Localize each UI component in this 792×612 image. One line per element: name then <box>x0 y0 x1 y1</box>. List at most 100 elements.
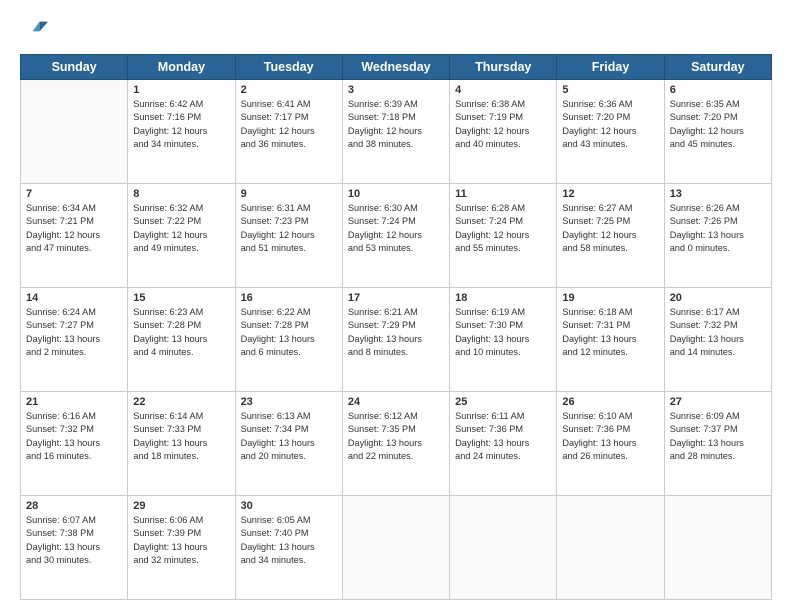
logo-icon <box>20 16 48 44</box>
day-cell: 14 Sunrise: 6:24 AM Sunset: 7:27 PM Dayli… <box>21 288 128 392</box>
day-cell: 3 Sunrise: 6:39 AM Sunset: 7:18 PM Daylig… <box>342 80 449 184</box>
col-header-sunday: Sunday <box>21 55 128 80</box>
day-number: 25 <box>455 396 551 408</box>
day-number: 30 <box>241 500 337 512</box>
day-number: 28 <box>26 500 122 512</box>
logo <box>20 16 52 44</box>
day-cell: 18Sunrise: 6:19 AM Sunset: 7:30 PM Dayli… <box>450 288 557 392</box>
col-header-friday: Friday <box>557 55 664 80</box>
day-detail: Sunrise: 6:14 AM Sunset: 7:33 PM Dayligh… <box>133 410 229 463</box>
day-detail: Sunrise: 6:16 AM Sunset: 7:32 PM Dayligh… <box>26 410 122 463</box>
day-number: 29 <box>133 500 229 512</box>
day-number: 3 <box>348 84 444 96</box>
day-cell: 22 Sunrise: 6:14 AM Sunset: 7:33 PM Dayli… <box>128 392 235 496</box>
day-cell: 5 Sunrise: 6:36 AM Sunset: 7:20 PM Daylig… <box>557 80 664 184</box>
day-number: 15 <box>133 292 229 304</box>
day-cell: 4 Sunrise: 6:38 AM Sunset: 7:19 PM Daylig… <box>450 80 557 184</box>
col-header-wednesday: Wednesday <box>342 55 449 80</box>
day-detail: Sunrise: 6:10 AM Sunset: 7:36 PM Dayligh… <box>562 410 658 463</box>
day-detail: Sunrise: 6:18 AM Sunset: 7:31 PM Dayligh… <box>562 306 658 359</box>
day-detail: Sunrise: 6:32 AM Sunset: 7:22 PM Dayligh… <box>133 202 229 255</box>
calendar-table: SundayMondayTuesdayWednesdayThursdayFrid… <box>20 54 772 600</box>
week-row-3: 21 Sunrise: 6:16 AM Sunset: 7:32 PM Dayli… <box>21 392 772 496</box>
day-number: 14 <box>26 292 122 304</box>
day-number: 9 <box>241 188 337 200</box>
day-number: 17 <box>348 292 444 304</box>
day-cell: 13 Sunrise: 6:26 AM Sunset: 7:26 PM Dayli… <box>664 184 771 288</box>
day-cell: 21 Sunrise: 6:16 AM Sunset: 7:32 PM Dayli… <box>21 392 128 496</box>
day-detail: Sunrise: 6:06 AM Sunset: 7:39 PM Dayligh… <box>133 514 229 567</box>
day-number: 24 <box>348 396 444 408</box>
day-detail: Sunrise: 6:11 AM Sunset: 7:36 PM Dayligh… <box>455 410 551 463</box>
day-detail: Sunrise: 6:27 AM Sunset: 7:25 PM Dayligh… <box>562 202 658 255</box>
col-header-monday: Monday <box>128 55 235 80</box>
day-cell: 6Sunrise: 6:35 AM Sunset: 7:20 PM Daylig… <box>664 80 771 184</box>
day-cell: 26Sunrise: 6:10 AM Sunset: 7:36 PM Dayli… <box>557 392 664 496</box>
week-row-1: 7Sunrise: 6:34 AM Sunset: 7:21 PM Daylig… <box>21 184 772 288</box>
col-header-saturday: Saturday <box>664 55 771 80</box>
day-number: 23 <box>241 396 337 408</box>
day-cell <box>21 80 128 184</box>
day-detail: Sunrise: 6:21 AM Sunset: 7:29 PM Dayligh… <box>348 306 444 359</box>
day-cell <box>450 496 557 600</box>
day-cell: 20 Sunrise: 6:17 AM Sunset: 7:32 PM Dayli… <box>664 288 771 392</box>
day-detail: Sunrise: 6:42 AM Sunset: 7:16 PM Dayligh… <box>133 98 229 151</box>
day-cell: 16 Sunrise: 6:22 AM Sunset: 7:28 PM Dayli… <box>235 288 342 392</box>
day-number: 11 <box>455 188 551 200</box>
day-cell: 23 Sunrise: 6:13 AM Sunset: 7:34 PM Dayli… <box>235 392 342 496</box>
day-number: 1 <box>133 84 229 96</box>
day-detail: Sunrise: 6:36 AM Sunset: 7:20 PM Dayligh… <box>562 98 658 151</box>
day-number: 22 <box>133 396 229 408</box>
week-row-2: 14 Sunrise: 6:24 AM Sunset: 7:27 PM Dayli… <box>21 288 772 392</box>
day-detail: Sunrise: 6:39 AM Sunset: 7:18 PM Dayligh… <box>348 98 444 151</box>
day-detail: Sunrise: 6:35 AM Sunset: 7:20 PM Dayligh… <box>670 98 766 151</box>
day-cell: 10Sunrise: 6:30 AM Sunset: 7:24 PM Dayli… <box>342 184 449 288</box>
day-cell: 2Sunrise: 6:41 AM Sunset: 7:17 PM Daylig… <box>235 80 342 184</box>
day-number: 8 <box>133 188 229 200</box>
day-cell: 9Sunrise: 6:31 AM Sunset: 7:23 PM Daylig… <box>235 184 342 288</box>
day-number: 21 <box>26 396 122 408</box>
page: SundayMondayTuesdayWednesdayThursdayFrid… <box>0 0 792 612</box>
day-cell <box>557 496 664 600</box>
day-detail: Sunrise: 6:17 AM Sunset: 7:32 PM Dayligh… <box>670 306 766 359</box>
col-header-tuesday: Tuesday <box>235 55 342 80</box>
day-number: 7 <box>26 188 122 200</box>
day-number: 5 <box>562 84 658 96</box>
day-detail: Sunrise: 6:24 AM Sunset: 7:27 PM Dayligh… <box>26 306 122 359</box>
day-cell <box>664 496 771 600</box>
day-detail: Sunrise: 6:12 AM Sunset: 7:35 PM Dayligh… <box>348 410 444 463</box>
day-number: 4 <box>455 84 551 96</box>
day-detail: Sunrise: 6:28 AM Sunset: 7:24 PM Dayligh… <box>455 202 551 255</box>
day-cell: 7Sunrise: 6:34 AM Sunset: 7:21 PM Daylig… <box>21 184 128 288</box>
day-detail: Sunrise: 6:07 AM Sunset: 7:38 PM Dayligh… <box>26 514 122 567</box>
calendar-header-row: SundayMondayTuesdayWednesdayThursdayFrid… <box>21 55 772 80</box>
day-cell: 1 Sunrise: 6:42 AM Sunset: 7:16 PM Daylig… <box>128 80 235 184</box>
day-number: 18 <box>455 292 551 304</box>
day-cell <box>342 496 449 600</box>
day-detail: Sunrise: 6:26 AM Sunset: 7:26 PM Dayligh… <box>670 202 766 255</box>
day-number: 13 <box>670 188 766 200</box>
day-cell: 11 Sunrise: 6:28 AM Sunset: 7:24 PM Dayli… <box>450 184 557 288</box>
week-row-4: 28 Sunrise: 6:07 AM Sunset: 7:38 PM Dayli… <box>21 496 772 600</box>
day-cell: 30 Sunrise: 6:05 AM Sunset: 7:40 PM Dayli… <box>235 496 342 600</box>
day-number: 12 <box>562 188 658 200</box>
day-cell: 17 Sunrise: 6:21 AM Sunset: 7:29 PM Dayli… <box>342 288 449 392</box>
day-detail: Sunrise: 6:22 AM Sunset: 7:28 PM Dayligh… <box>241 306 337 359</box>
day-detail: Sunrise: 6:23 AM Sunset: 7:28 PM Dayligh… <box>133 306 229 359</box>
day-number: 19 <box>562 292 658 304</box>
day-detail: Sunrise: 6:05 AM Sunset: 7:40 PM Dayligh… <box>241 514 337 567</box>
day-number: 20 <box>670 292 766 304</box>
day-cell: 12 Sunrise: 6:27 AM Sunset: 7:25 PM Dayli… <box>557 184 664 288</box>
day-detail: Sunrise: 6:13 AM Sunset: 7:34 PM Dayligh… <box>241 410 337 463</box>
col-header-thursday: Thursday <box>450 55 557 80</box>
day-number: 16 <box>241 292 337 304</box>
header <box>20 16 772 44</box>
day-cell: 29 Sunrise: 6:06 AM Sunset: 7:39 PM Dayli… <box>128 496 235 600</box>
day-cell: 25 Sunrise: 6:11 AM Sunset: 7:36 PM Dayli… <box>450 392 557 496</box>
day-cell: 28 Sunrise: 6:07 AM Sunset: 7:38 PM Dayli… <box>21 496 128 600</box>
day-cell: 27Sunrise: 6:09 AM Sunset: 7:37 PM Dayli… <box>664 392 771 496</box>
day-cell: 8 Sunrise: 6:32 AM Sunset: 7:22 PM Daylig… <box>128 184 235 288</box>
day-cell: 19 Sunrise: 6:18 AM Sunset: 7:31 PM Dayli… <box>557 288 664 392</box>
day-detail: Sunrise: 6:38 AM Sunset: 7:19 PM Dayligh… <box>455 98 551 151</box>
day-cell: 15 Sunrise: 6:23 AM Sunset: 7:28 PM Dayli… <box>128 288 235 392</box>
